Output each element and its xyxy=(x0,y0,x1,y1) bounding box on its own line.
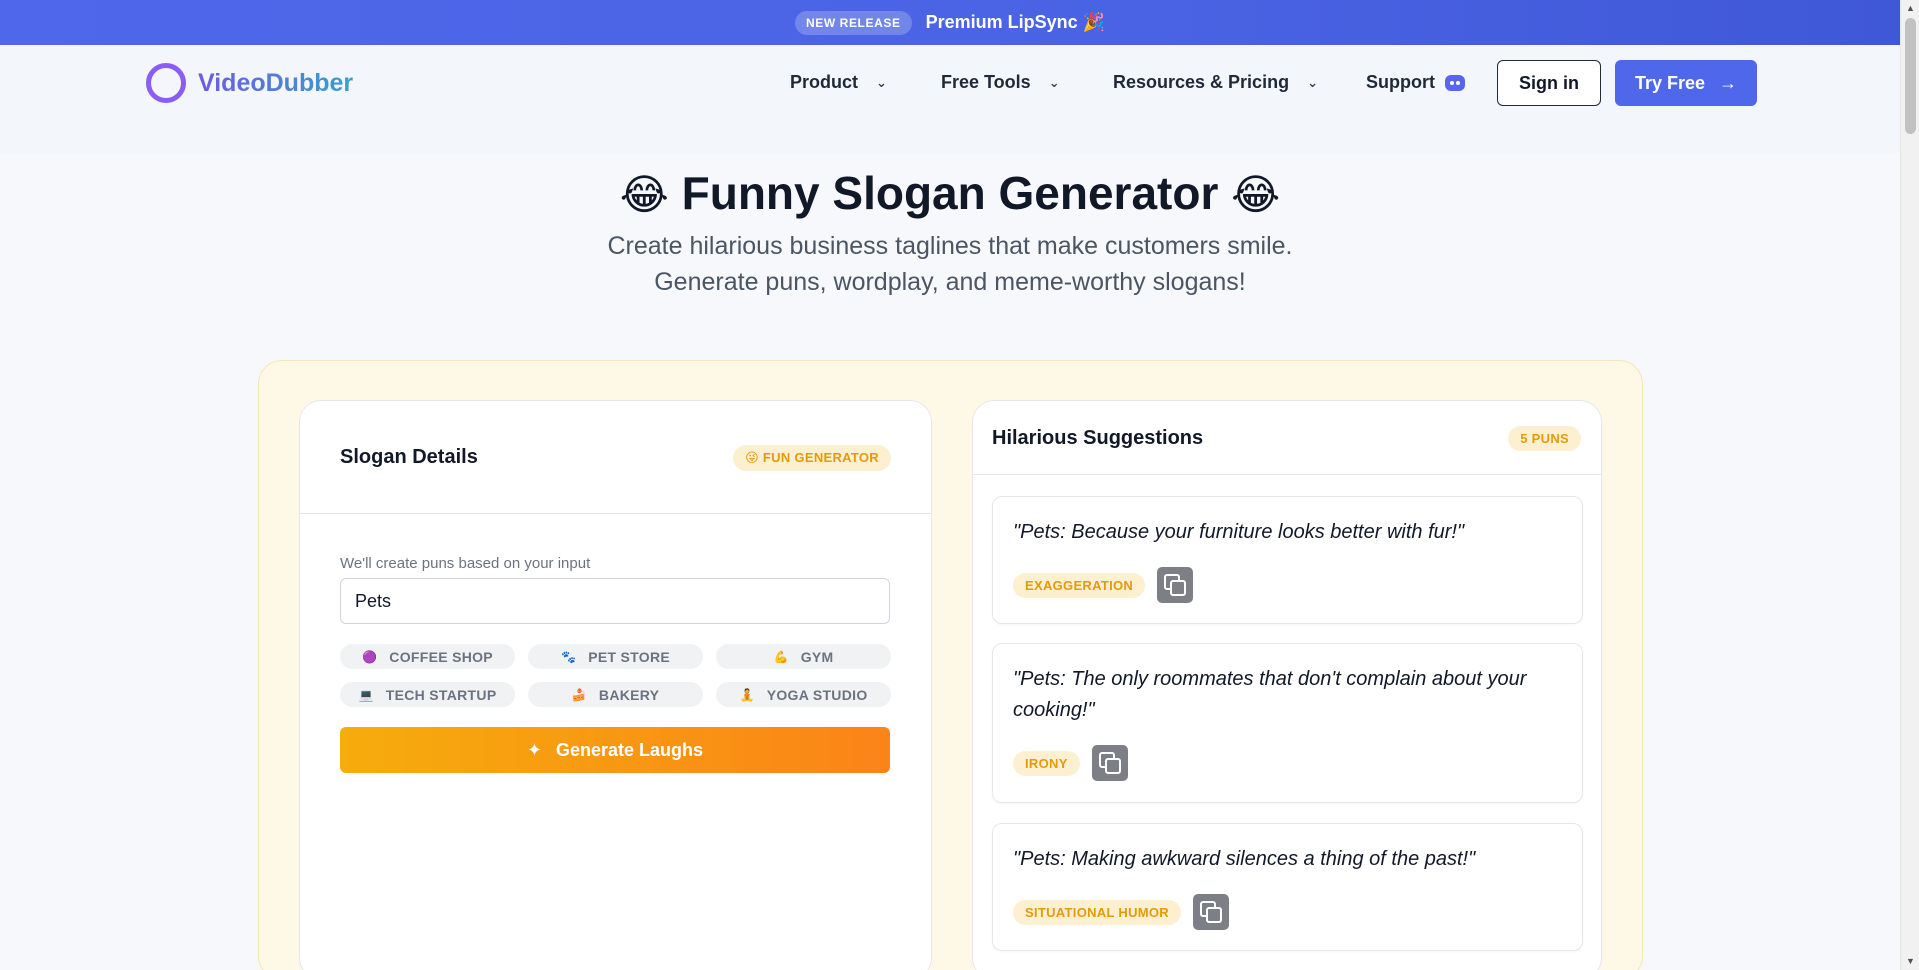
slogan-details-card: Slogan Details 😜 FUN GENERATOR We'll cre… xyxy=(299,400,932,970)
chevron-down-icon: ⌄ xyxy=(876,74,887,90)
sign-in-button[interactable]: Sign in xyxy=(1497,60,1601,106)
chip-gym[interactable]: 💪 GYM xyxy=(716,644,891,669)
try-free-button[interactable]: Try Free → xyxy=(1615,60,1757,106)
laughing-emoji-icon: 😂 xyxy=(619,171,669,218)
chip-bakery[interactable]: 🍰 BAKERY xyxy=(528,682,703,707)
nav-item-label: Resources & Pricing xyxy=(1113,72,1290,92)
business-input[interactable] xyxy=(340,578,890,624)
page-scrollbar[interactable]: ▲ ▼ xyxy=(1900,0,1919,970)
preset-chips: 🟣 COFFEE SHOP 🐾 PET STORE 💪 GYM 💻 TECH S… xyxy=(340,644,891,707)
nav-item-resources-pricing[interactable]: Resources & Pricing ⌄ xyxy=(1113,72,1318,93)
cake-icon: 🍰 xyxy=(571,687,587,702)
chip-label: GYM xyxy=(800,648,834,665)
chip-coffee-shop[interactable]: 🟣 COFFEE SHOP xyxy=(340,644,515,669)
nav-item-label: Free Tools xyxy=(941,72,1031,92)
chip-label: TECH STARTUP xyxy=(385,686,497,703)
scroll-down-icon[interactable]: ▼ xyxy=(1901,953,1919,970)
chip-label: COFFEE SHOP xyxy=(389,648,493,665)
copy-button[interactable] xyxy=(1157,567,1194,603)
page-title: 😂 Funny Slogan Generator 😂 xyxy=(0,166,1900,220)
humor-type-tag: EXAGGERATION xyxy=(1013,572,1146,598)
subtitle-line: Generate puns, wordplay, and meme-worthy… xyxy=(654,268,1246,296)
chip-pet-store[interactable]: 🐾 PET STORE xyxy=(528,644,703,669)
scroll-up-icon[interactable]: ▲ xyxy=(1901,0,1919,17)
chip-label: YOGA STUDIO xyxy=(766,686,868,703)
announcement-bar[interactable]: NEW RELEASE Premium LipSync 🎉 xyxy=(0,0,1900,45)
chip-label: PET STORE xyxy=(588,648,671,665)
chip-yoga-studio[interactable]: 🧘 YOGA STUDIO xyxy=(716,682,891,707)
new-release-badge: NEW RELEASE xyxy=(794,10,912,35)
top-nav: VideoDubber Product ⌄ Free Tools ⌄ Resou… xyxy=(0,45,1900,153)
brand-logo[interactable]: VideoDubber xyxy=(146,63,353,103)
card-header: Hilarious Suggestions 5 PUNS xyxy=(973,401,1601,475)
brand-name: VideoDubber xyxy=(198,68,354,97)
input-label: We'll create puns based on your input xyxy=(340,555,591,572)
subtitle-line: Create hilarious business taglines that … xyxy=(607,232,1293,260)
chip-tech-startup[interactable]: 💻 TECH STARTUP xyxy=(340,682,515,707)
humor-type-tag: IRONY xyxy=(1013,750,1080,776)
nav-item-support[interactable]: Support xyxy=(1366,72,1465,93)
nav-item-label: Product xyxy=(790,72,859,92)
suggestion-meta: IRONY xyxy=(1013,745,1128,781)
logo-ring-icon xyxy=(146,63,186,103)
chevron-down-icon: ⌄ xyxy=(1307,74,1318,90)
laptop-icon: 💻 xyxy=(358,687,374,702)
announcement-message[interactable]: Premium LipSync 🎉 xyxy=(926,12,1105,33)
card-header: Slogan Details 😜 FUN GENERATOR xyxy=(300,401,931,514)
suggestions-card: Hilarious Suggestions 5 PUNS "Pets: Beca… xyxy=(972,400,1602,970)
fun-generator-badge: 😜 FUN GENERATOR xyxy=(733,445,891,471)
coffee-icon: 🟣 xyxy=(362,649,378,664)
generate-laughs-button[interactable]: ✦ Generate Laughs xyxy=(340,727,890,773)
suggestion-item: "Pets: The only roommates that don't com… xyxy=(992,643,1583,803)
chevron-down-icon: ⌄ xyxy=(1048,74,1060,90)
copy-button[interactable] xyxy=(1091,745,1128,781)
generate-label: Generate Laughs xyxy=(556,739,704,760)
nav-item-free-tools[interactable]: Free Tools ⌄ xyxy=(941,72,1060,93)
nav-item-product[interactable]: Product ⌄ xyxy=(790,72,887,93)
suggestion-text: "Pets: Because your furniture looks bett… xyxy=(1013,521,1465,543)
copy-button[interactable] xyxy=(1193,894,1229,930)
suggestion-text: "Pets: Making awkward silences a thing o… xyxy=(1013,848,1476,870)
try-free-label: Try Free xyxy=(1634,72,1706,93)
scrollbar-thumb[interactable] xyxy=(1905,18,1916,134)
suggestion-meta: SITUATIONAL HUMOR xyxy=(1013,894,1229,930)
card-title: Hilarious Suggestions xyxy=(992,427,1204,449)
nav-item-label: Support xyxy=(1366,72,1435,92)
arrow-right-icon: → xyxy=(1719,72,1738,93)
suggestion-meta: EXAGGERATION xyxy=(1013,567,1194,603)
laughing-emoji-icon: 😂 xyxy=(1231,171,1281,218)
page-title-text: Funny Slogan Generator xyxy=(681,167,1219,219)
discord-icon xyxy=(1445,74,1465,91)
suggestion-text: "Pets: The only roommates that don't com… xyxy=(1013,668,1527,721)
flexed-arm-icon: 💪 xyxy=(773,649,789,664)
puns-count-badge: 5 PUNS xyxy=(1508,426,1581,451)
chip-label: BAKERY xyxy=(598,686,660,703)
card-title: Slogan Details xyxy=(340,446,478,468)
paw-icon: 🐾 xyxy=(560,649,577,664)
yoga-icon: 🧘 xyxy=(739,687,755,702)
sparkles-icon: ✦ xyxy=(526,739,543,760)
page-subtitle: Create hilarious business taglines that … xyxy=(0,228,1900,300)
suggestion-item: "Pets: Because your furniture looks bett… xyxy=(992,496,1583,624)
humor-type-tag: SITUATIONAL HUMOR xyxy=(1013,899,1181,925)
suggestion-item: "Pets: Making awkward silences a thing o… xyxy=(992,823,1583,951)
